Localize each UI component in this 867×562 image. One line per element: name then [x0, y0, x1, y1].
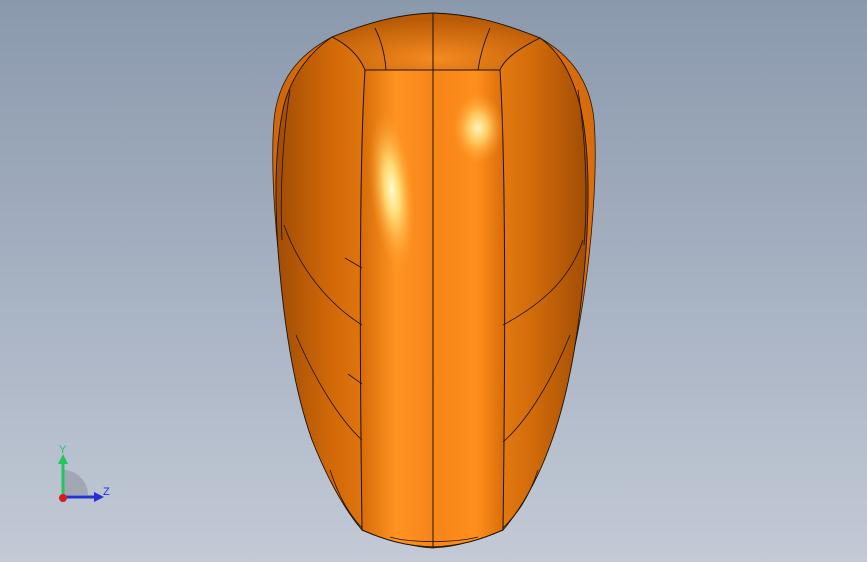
3d-model-view[interactable]	[0, 0, 867, 562]
graphics-viewport[interactable]: Y Z	[0, 0, 867, 562]
triad-z-label: Z	[103, 486, 110, 498]
triad-xy-quadrant	[63, 470, 88, 495]
specular-highlight-right	[452, 92, 504, 164]
model-left-panel[interactable]	[275, 36, 366, 532]
triad-y-label: Y	[59, 444, 67, 456]
model-right-panel[interactable]	[499, 37, 589, 532]
view-orientation-triad[interactable]: Y Z	[48, 440, 118, 510]
triad-x-axis-dot	[59, 494, 67, 502]
